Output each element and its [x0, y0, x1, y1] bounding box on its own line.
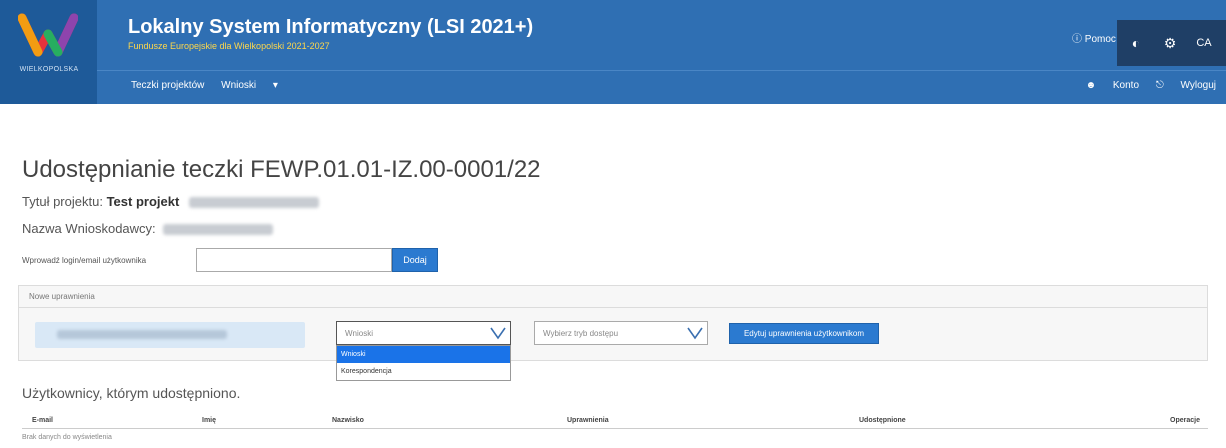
column-header[interactable]: Nazwisko [332, 417, 364, 424]
page-title: Udostępnianie teczki FEWP.01.01-IZ.00-00… [22, 156, 541, 183]
logo-caption: WIELKOPOLSKA [19, 66, 79, 73]
chevron-down-icon [687, 327, 703, 340]
empty-table-message: Brak danych do wyświetlenia [22, 434, 112, 441]
shared-users-title: Użytkownicy, którym udostępniono. [22, 385, 241, 401]
access-dropdown: Wnioski Korespondencja [336, 345, 511, 381]
column-header[interactable]: E-mail [32, 417, 53, 424]
login-label: Wprowadź login/email użytkownika [22, 256, 147, 265]
column-header[interactable]: Udostępnione [859, 417, 906, 424]
header-divider [97, 70, 1226, 71]
accessibility-toolbar: ◐ ⚙ CA [1117, 20, 1226, 66]
top-header: WIELKOPOLSKA Lokalny System Informatyczn… [0, 0, 1226, 104]
column-header[interactable]: Uprawnienia [567, 417, 609, 424]
project-title-line: Tytuł projektu: Test projekt [22, 194, 319, 209]
column-header[interactable]: Operacje [1170, 417, 1200, 424]
nav-item-teczki[interactable]: Teczki projektów [131, 80, 204, 91]
contrast-icon[interactable]: ◐ [1127, 34, 1145, 52]
mode-select[interactable]: Wybierz tryb dostępu [534, 321, 708, 345]
dropdown-option-wnioski[interactable]: Wnioski [337, 346, 510, 363]
logout-link[interactable]: ⎋ Wyloguj [1156, 80, 1216, 91]
app-title: Lokalny System Informatyczny (LSI 2021+) [128, 16, 534, 38]
column-header[interactable]: Imię [202, 417, 216, 424]
table-header: E-mail Imię Nazwisko Uprawnienia Udostęp… [22, 409, 1208, 429]
chevron-down-icon [490, 327, 506, 340]
applicant-line: Nazwa Wnioskodawcy: [22, 221, 274, 236]
dropdown-option-korespondencja[interactable]: Korespondencja [337, 363, 510, 380]
project-title-value: Test projekt [106, 194, 180, 209]
redacted-text [188, 197, 319, 209]
applicant-label: Nazwa Wnioskodawcy: [22, 221, 156, 236]
main-nav: Teczki projektów Wnioski ▾ [131, 80, 292, 91]
access-select-value: Wnioski [345, 329, 374, 338]
user-chip [35, 322, 305, 348]
account-link[interactable]: ☻ Konto [1086, 80, 1139, 91]
gear-icon[interactable]: ⚙ [1161, 34, 1179, 52]
panel-header: Nowe uprawnienia [19, 286, 1207, 308]
login-input[interactable] [196, 248, 392, 272]
mode-select-placeholder: Wybierz tryb dostępu [543, 329, 619, 338]
project-title-label: Tytuł projektu: [22, 194, 103, 209]
redacted-text [163, 224, 274, 236]
access-select[interactable]: Wnioski [336, 321, 511, 345]
user-nav: ☻ Konto ⎋ Wyloguj [1072, 80, 1216, 91]
edit-permissions-button[interactable]: Edytuj uprawnienia użytkownikom [729, 323, 879, 344]
nav-item-wnioski[interactable]: Wnioski ▾ [221, 80, 278, 91]
logo[interactable]: WIELKOPOLSKA [0, 0, 97, 104]
help-icon: ⓘ [1072, 34, 1082, 45]
font-size-button[interactable]: CA [1191, 34, 1217, 52]
wielkopolska-logo-icon [18, 13, 78, 57]
help-label: Pomoc [1084, 34, 1116, 45]
add-button[interactable]: Dodaj [392, 248, 438, 272]
help-button[interactable]: ⓘ Pomoc ▾ [1072, 30, 1124, 45]
redacted-text [57, 330, 227, 339]
app-subtitle: Fundusze Europejskie dla Wielkopolski 20… [128, 41, 330, 51]
